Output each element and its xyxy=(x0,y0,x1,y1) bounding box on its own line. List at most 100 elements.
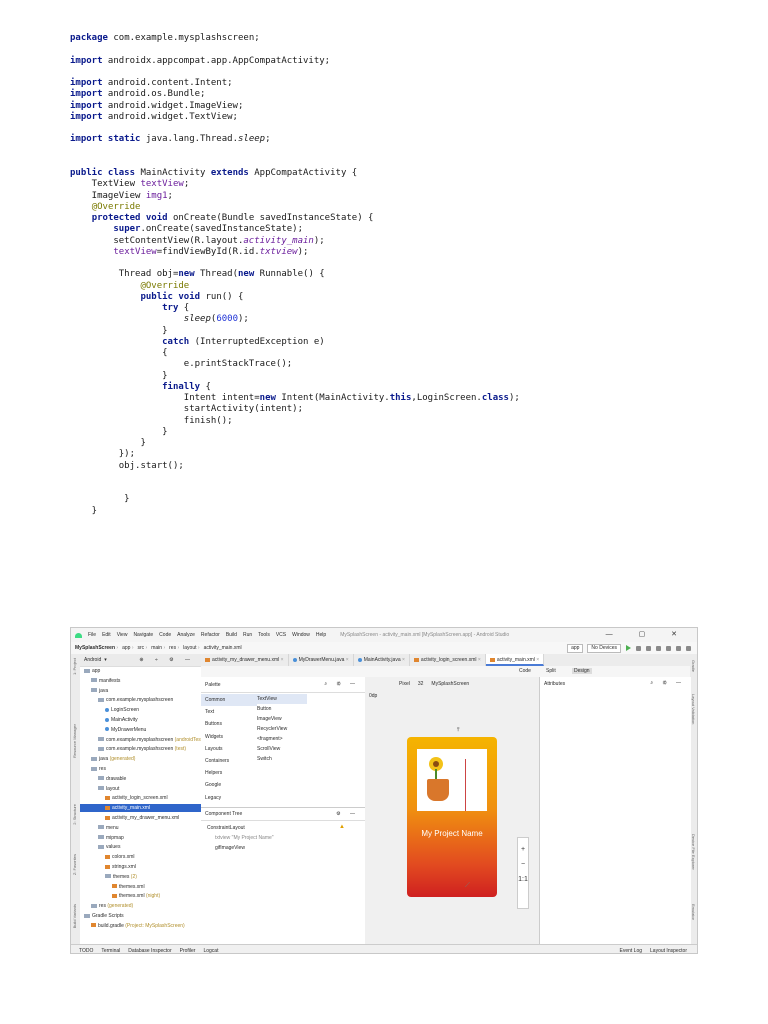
editor-tab[interactable]: MainActivity.java × xyxy=(354,654,410,666)
warning-icon[interactable]: ▲ xyxy=(339,824,345,830)
status-tool-button[interactable]: Event Log xyxy=(620,948,643,954)
tree-item[interactable]: drawable xyxy=(80,775,126,783)
breadcrumb-item[interactable]: app › xyxy=(122,645,133,651)
tree-item[interactable]: strings.xml xyxy=(80,863,136,871)
tree-item[interactable]: java (generated) xyxy=(80,755,135,763)
gear-icon[interactable]: ⚙ — xyxy=(336,808,359,820)
tool-tab[interactable]: Z: Favorites xyxy=(72,854,79,875)
editor-tab[interactable]: activity_my_drawer_menu.xml × xyxy=(201,654,289,666)
tree-item[interactable]: java xyxy=(80,687,108,695)
close-icon[interactable]: × xyxy=(477,657,481,663)
menu-item[interactable]: File xyxy=(88,632,96,638)
run-icon[interactable] xyxy=(626,645,631,651)
mode-design-button[interactable]: Design xyxy=(572,668,592,674)
tree-item[interactable]: themes.xml (night) xyxy=(80,892,160,900)
design-toolbar-item[interactable]: Pixel xyxy=(399,681,410,687)
tree-item[interactable]: Gradle Scripts xyxy=(80,912,124,920)
tree-item[interactable]: MyDrawerMenu xyxy=(80,726,146,734)
sdk-manager-icon[interactable] xyxy=(676,645,681,651)
mode-code-button[interactable]: Code xyxy=(519,668,531,674)
tree-item[interactable]: manifests xyxy=(80,677,120,685)
tree-item[interactable]: app xyxy=(80,667,100,675)
editor-tab[interactable]: MyDrawerMenu.java × xyxy=(289,654,354,666)
breadcrumb-item[interactable]: activity_main.xml xyxy=(204,645,242,651)
status-tool-button[interactable]: Logcat xyxy=(203,948,218,954)
component-tree-item[interactable]: txtview "My Project Name" xyxy=(215,834,274,842)
tool-tab[interactable]: 1: Project xyxy=(72,658,79,675)
editor-tab[interactable]: activity_main.xml × xyxy=(485,654,545,666)
menu-item[interactable]: Tools xyxy=(258,632,270,638)
tool-tab[interactable]: 2: Structure xyxy=(72,804,79,825)
breadcrumb-item[interactable]: src › xyxy=(138,645,148,651)
tree-item[interactable]: mipmap xyxy=(80,834,124,842)
component-tree-item[interactable]: gifImageView xyxy=(215,844,245,852)
zoom-control-button[interactable]: − xyxy=(518,861,528,868)
status-tool-button[interactable]: Terminal xyxy=(101,948,120,954)
design-toolbar-item[interactable]: 32 xyxy=(418,681,424,687)
mode-split-button[interactable]: Split xyxy=(546,668,556,674)
breadcrumb-item[interactable]: main › xyxy=(151,645,165,651)
tree-item[interactable]: activity_login_screen.xml xyxy=(80,794,168,802)
status-tool-button[interactable]: Layout Inspector xyxy=(650,948,687,954)
palette-category[interactable]: Helpers xyxy=(201,767,257,779)
sync-icon[interactable] xyxy=(656,645,661,651)
close-icon[interactable]: × xyxy=(401,657,405,663)
editor-tab[interactable]: activity_login_screen.xml × xyxy=(410,654,486,666)
tree-item[interactable]: colors.xml xyxy=(80,853,135,861)
search-icon[interactable] xyxy=(686,645,691,651)
breadcrumb-item[interactable]: res › xyxy=(169,645,179,651)
menu-item[interactable]: Run xyxy=(243,632,252,638)
palette-item[interactable]: <fragment> xyxy=(257,734,283,744)
menu-item[interactable]: Code xyxy=(159,632,171,638)
zoom-control-button[interactable]: + xyxy=(518,846,528,853)
phone-preview[interactable]: My Project Name xyxy=(407,737,497,897)
tree-item[interactable]: com.example.mysplashscreen xyxy=(80,696,173,704)
tree-item[interactable]: layout xyxy=(80,785,119,793)
window-controls[interactable]: — ▢ ✕ xyxy=(606,630,689,638)
search-icon[interactable]: ⌕ ⚙ — xyxy=(324,681,359,687)
menu-item[interactable]: Refactor xyxy=(201,632,220,638)
debug-icon[interactable] xyxy=(636,645,641,651)
tree-item[interactable]: values xyxy=(80,843,120,851)
palette-item[interactable]: ImageView xyxy=(257,714,282,724)
menu-item[interactable]: Help xyxy=(316,632,326,638)
palette-item[interactable]: RecyclerView xyxy=(257,724,287,734)
status-tool-button[interactable]: Database Inspector xyxy=(128,948,171,954)
menu-item[interactable]: Analyze xyxy=(177,632,195,638)
close-icon[interactable]: × xyxy=(279,657,284,663)
menu-item[interactable]: Build xyxy=(226,632,237,638)
tree-item[interactable]: activity_my_drawer_menu.xml xyxy=(80,814,179,822)
tool-tab[interactable]: Resource Manager xyxy=(72,724,79,758)
palette-item[interactable]: Button xyxy=(257,704,271,714)
tree-item[interactable]: res xyxy=(80,765,106,773)
component-tree-item[interactable]: ConstraintLayout xyxy=(207,824,245,832)
resize-handle-icon[interactable]: ⟋ xyxy=(465,882,470,890)
palette-category[interactable]: Buttons xyxy=(201,718,257,730)
palette-category[interactable]: Containers xyxy=(201,755,257,767)
run-config-select[interactable]: app xyxy=(567,643,584,653)
palette-category[interactable]: Legacy xyxy=(201,792,257,804)
panel-actions-icon[interactable]: ⊕ ÷ ⚙ — xyxy=(139,657,195,663)
zoom-controls[interactable]: + − 1:1 xyxy=(517,837,529,909)
tool-tab[interactable]: Gradle xyxy=(689,660,696,672)
tree-item[interactable]: build.gradle (Project: MySplashScreen) xyxy=(80,922,185,930)
device-select[interactable]: No Devices xyxy=(587,643,621,653)
menu-item[interactable]: View xyxy=(117,632,128,638)
search-icon[interactable]: ⌕ ⚙ — xyxy=(650,680,685,686)
tree-item[interactable]: menu xyxy=(80,824,119,832)
zoom-control-button[interactable]: 1:1 xyxy=(518,876,528,883)
palette-category[interactable]: Google xyxy=(201,779,257,791)
palette-item[interactable]: Switch xyxy=(257,754,272,764)
tree-item[interactable]: LoginScreen xyxy=(80,706,139,714)
palette-category[interactable]: Text xyxy=(201,706,257,718)
tree-item[interactable]: themes (2) xyxy=(80,873,137,881)
palette-item[interactable]: ScrollView xyxy=(257,744,280,754)
status-tool-button[interactable]: TODO xyxy=(79,948,93,954)
status-tool-button[interactable]: Profiler xyxy=(180,948,196,954)
palette-item[interactable]: TextView xyxy=(257,694,307,704)
profile-icon[interactable] xyxy=(646,645,651,651)
menu-item[interactable]: Navigate xyxy=(133,632,153,638)
tree-item[interactable]: com.example.mysplashscreen (test) xyxy=(80,745,186,753)
tree-item[interactable]: com.example.mysplashscreen (androidTest) xyxy=(80,736,204,744)
design-toolbar-item[interactable]: MySplashScreen xyxy=(431,681,469,687)
